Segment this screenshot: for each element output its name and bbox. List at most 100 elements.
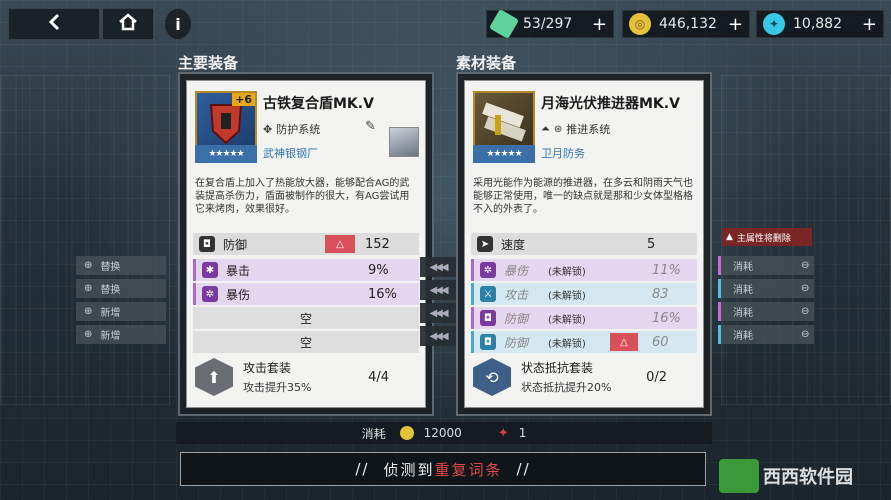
- item-name: 月海光伏推进器MK.V: [541, 96, 680, 112]
- sub-stat-value: 11%: [652, 262, 681, 278]
- detect-highlight-text: 重复词条: [434, 460, 503, 479]
- back-arrow-icon: [47, 12, 61, 36]
- crystal-icon: ✦: [763, 13, 785, 35]
- left-side-row[interactable]: ⊕ 替换: [76, 256, 166, 275]
- item-description: 在复合盾上加入了热能放大器，能够配合AG的武装提高杀伤力，盾面被制作的很大，有A…: [195, 178, 410, 215]
- speed-icon: ➤: [477, 236, 493, 252]
- sub-stat-label: 暴击: [226, 263, 251, 278]
- left-side-row[interactable]: ⊕ 新增: [76, 302, 166, 321]
- attack-suit-icon: ⬆: [195, 358, 233, 396]
- sub-stat-value: 16%: [368, 286, 397, 302]
- left-side-label: 新增: [100, 308, 121, 319]
- swap-icon: ⊕: [84, 260, 93, 271]
- sub-stat-row: ⚔ 攻击 (未解锁) 83: [471, 283, 697, 305]
- suit-bonus: ⬆ 攻击套装 攻击提升35% 4/4: [193, 355, 419, 399]
- right-side-label: 消耗: [733, 285, 753, 296]
- material-equipment-title: 素材装备: [456, 54, 517, 72]
- cost-material-value: 1: [518, 426, 527, 440]
- sub-stat-label: 暴伤: [504, 263, 529, 278]
- sub-stat-row: ✲ 暴伤 (未解锁) 11%: [471, 259, 697, 281]
- info-button[interactable]: i: [164, 8, 192, 40]
- left-side-label: 替换: [100, 285, 121, 296]
- main-stat-row: ➤ 速度 5: [471, 233, 697, 255]
- add-energy-button[interactable]: +: [592, 14, 607, 35]
- energy-icon: [488, 8, 520, 40]
- main-stat-row: ◘ 防御 △ 152: [193, 233, 419, 255]
- add-icon: ⊕: [84, 306, 93, 317]
- transfer-arrow-icon[interactable]: ◀◀◀: [420, 257, 456, 277]
- rarity-stars: ★★★★★: [195, 145, 257, 163]
- suit-description: 状态抵抗提升20%: [521, 381, 612, 394]
- watermark-text: 西西软件园: [763, 467, 853, 488]
- suit-bonus: ⟲ 状态抵抗套装 状态抵抗提升20% 0/2: [471, 355, 697, 399]
- warning-icon: ▲: [726, 232, 733, 242]
- defense-icon: ◘: [199, 236, 215, 252]
- warning-triangle-icon: △: [325, 235, 355, 253]
- coins-resource: ◎ 446,132 +: [622, 10, 750, 38]
- add-coins-button[interactable]: +: [728, 14, 743, 35]
- remove-icon: ⊖: [801, 329, 810, 340]
- right-side-row[interactable]: 消耗 ⊖: [718, 325, 814, 344]
- sub-stat-row: ◘ 防御 (未解锁) 16%: [471, 307, 697, 329]
- warning-triangle-icon: △: [610, 333, 638, 351]
- info-icon: i: [175, 14, 181, 34]
- cost-bar: 消耗 12000 ✦ 1: [176, 422, 712, 444]
- crystals-resource: ✦ 10,882 +: [756, 10, 884, 38]
- right-side-row[interactable]: 消耗 ⊖: [718, 279, 814, 298]
- locked-state: (未解锁): [548, 266, 586, 278]
- remove-icon: ⊖: [801, 306, 810, 317]
- main-equipment-card[interactable]: +6 ★★★★★ 古铁复合盾MK.V ✥ 防护系统 ✎ 武神银钢厂 在复合盾上加…: [186, 80, 426, 408]
- defense-icon: ◘: [480, 334, 496, 350]
- detect-suffix: //: [516, 460, 531, 478]
- item-system: ✥ 防护系统: [263, 121, 320, 137]
- sub-stat-row: ✱ 暴击 9%: [193, 259, 419, 281]
- main-equipment-title: 主要装备: [178, 54, 239, 72]
- suit-name: 攻击套装: [243, 361, 292, 375]
- sub-stat-row: ✲ 暴伤 16%: [193, 283, 419, 305]
- add-crystals-button[interactable]: +: [862, 14, 877, 35]
- empty-stat-row: 空: [193, 331, 419, 353]
- edit-icon[interactable]: ✎: [365, 119, 376, 134]
- transfer-arrow-icon[interactable]: ◀◀◀: [420, 326, 456, 346]
- left-side-label: 替换: [100, 262, 121, 273]
- suit-name: 状态抵抗套装: [521, 361, 594, 375]
- main-equipment-panel: +6 ★★★★★ 古铁复合盾MK.V ✥ 防护系统 ✎ 武神银钢厂 在复合盾上加…: [178, 72, 434, 416]
- transfer-arrow-icon[interactable]: ◀◀◀: [420, 303, 456, 323]
- item-system-label: 防护系统: [276, 123, 321, 136]
- back-button[interactable]: [8, 8, 100, 40]
- main-stat-delete-warning: ▲ 主属性将删除: [722, 228, 812, 246]
- energy-value: 53/297: [523, 16, 573, 32]
- home-button[interactable]: [102, 8, 154, 40]
- lock-badge-icon: ⊛: [553, 123, 563, 135]
- attack-icon: ⚔: [480, 286, 496, 302]
- material-equipment-card[interactable]: ★★★★★ 月海光伏推进器MK.V ⏶ ⊛ 推进系统 卫月防务 采用光能作为能源…: [464, 80, 704, 408]
- warning-text: 主属性将删除: [736, 233, 791, 244]
- defense-icon: ◘: [480, 310, 496, 326]
- thruster-item-icon: [473, 91, 535, 153]
- item-manufacturer: 卫月防务: [541, 147, 585, 160]
- crit-damage-icon: ✲: [202, 286, 218, 302]
- sub-stat-label: 攻击: [504, 287, 529, 302]
- empty-stat-label: 空: [299, 311, 312, 326]
- remove-icon: ⊖: [801, 260, 810, 271]
- watermark-logo-icon: [719, 459, 759, 493]
- right-side-label: 消耗: [733, 308, 753, 319]
- character-avatar[interactable]: [389, 127, 419, 157]
- right-side-row[interactable]: 消耗 ⊖: [718, 302, 814, 321]
- coin-icon: [399, 426, 414, 440]
- right-side-label: 消耗: [733, 262, 753, 273]
- item-system-label: 推进系统: [566, 123, 611, 136]
- sub-stat-value: 9%: [368, 262, 389, 278]
- remove-icon: ⊖: [801, 283, 810, 294]
- transfer-arrow-icon[interactable]: ◀◀◀: [420, 280, 456, 300]
- cost-label: 消耗: [361, 426, 386, 441]
- left-side-row[interactable]: ⊕ 新增: [76, 325, 166, 344]
- item-manufacturer: 武神银钢厂: [263, 147, 318, 160]
- main-stat-value: 152: [365, 236, 390, 252]
- main-stat-label: 防御: [223, 237, 248, 252]
- duplicate-entry-button[interactable]: // 侦测到 重复词条 //: [180, 452, 706, 486]
- right-side-row[interactable]: 消耗 ⊖: [718, 256, 814, 275]
- sub-stat-value: 83: [652, 286, 669, 302]
- left-side-row[interactable]: ⊕ 替换: [76, 279, 166, 298]
- suit-description: 攻击提升35%: [243, 381, 312, 394]
